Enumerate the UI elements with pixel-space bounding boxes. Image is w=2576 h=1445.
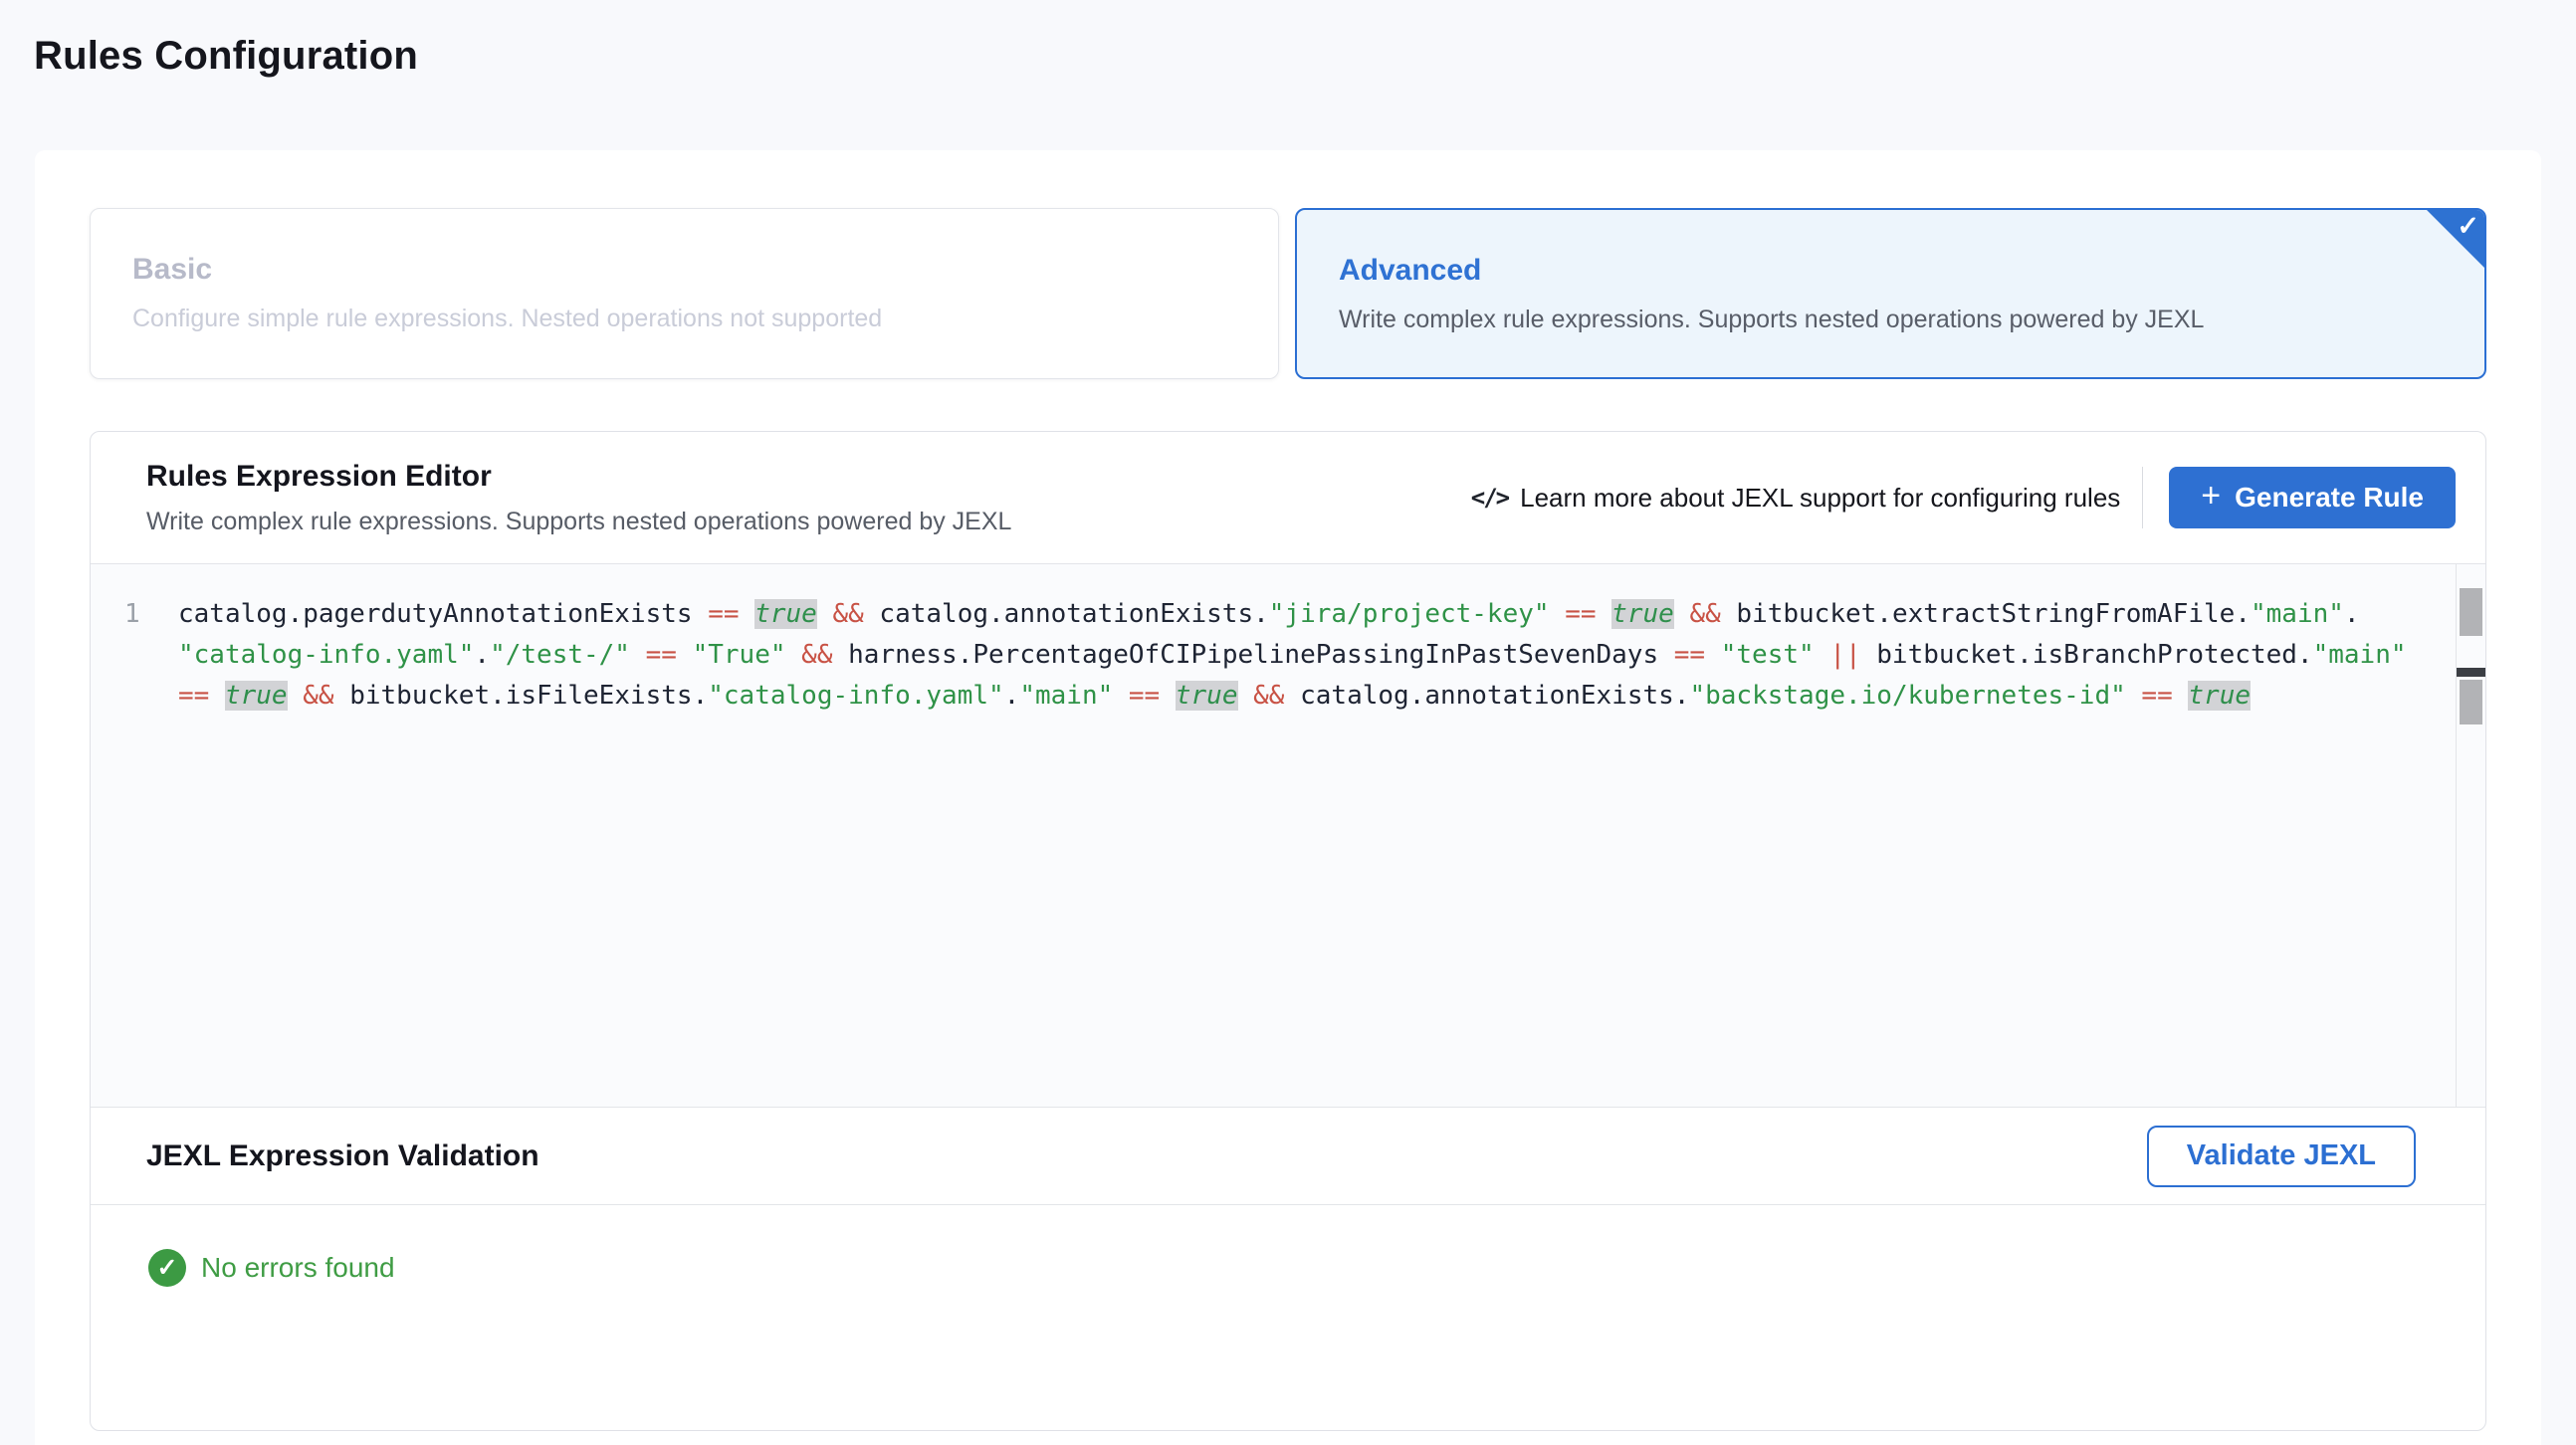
header-divider xyxy=(2142,467,2143,528)
basic-card-title: Basic xyxy=(132,253,1236,287)
editor-scrollbar[interactable] xyxy=(2456,564,2485,1107)
content-panel: Basic Configure simple rule expressions.… xyxy=(35,150,2541,1445)
advanced-card-description: Write complex rule expressions. Supports… xyxy=(1339,306,2443,334)
editor-subtitle: Write complex rule expressions. Supports… xyxy=(146,508,1011,536)
code-content[interactable]: catalog.pagerdutyAnnotationExists == tru… xyxy=(154,564,2456,1107)
editor-header: Rules Expression Editor Write complex ru… xyxy=(91,432,2485,563)
scrollbar-thumb[interactable] xyxy=(2460,680,2482,724)
mode-selector: Basic Configure simple rule expressions.… xyxy=(90,208,2486,379)
code-editor[interactable]: 1 catalog.pagerdutyAnnotationExists == t… xyxy=(91,563,2485,1108)
validation-result-message: No errors found xyxy=(201,1252,395,1284)
scrollbar-thumb[interactable] xyxy=(2460,588,2482,636)
editor-titles: Rules Expression Editor Write complex ru… xyxy=(146,460,1011,536)
rules-expression-editor-card: Rules Expression Editor Write complex ru… xyxy=(90,431,2486,1431)
basic-card-description: Configure simple rule expressions. Neste… xyxy=(132,305,1236,333)
success-check-icon: ✓ xyxy=(148,1249,186,1287)
validation-result-row: ✓ No errors found xyxy=(91,1204,2485,1287)
jexl-docs-link[interactable]: </> Learn more about JEXL support for co… xyxy=(1471,483,2121,514)
advanced-card-title: Advanced xyxy=(1339,254,2443,288)
selected-corner-badge: ✓ xyxy=(2427,210,2484,268)
line-number: 1 xyxy=(91,564,154,1107)
page-title: Rules Configuration xyxy=(34,34,2576,79)
validate-jexl-button[interactable]: Validate JEXL xyxy=(2147,1126,2416,1187)
editor-title: Rules Expression Editor xyxy=(146,460,1011,494)
validation-title: JEXL Expression Validation xyxy=(146,1139,539,1173)
advanced-mode-card[interactable]: ✓ Advanced Write complex rule expression… xyxy=(1295,208,2486,379)
basic-mode-card[interactable]: Basic Configure simple rule expressions.… xyxy=(90,208,1279,379)
scrollbar-marker xyxy=(2457,668,2485,677)
check-icon: ✓ xyxy=(2457,211,2479,242)
generate-rule-button[interactable]: + Generate Rule xyxy=(2169,467,2456,528)
code-brackets-icon: </> xyxy=(1471,484,1508,512)
editor-header-actions: </> Learn more about JEXL support for co… xyxy=(1471,467,2456,528)
jexl-docs-link-label: Learn more about JEXL support for config… xyxy=(1520,483,2120,514)
validation-header-row: JEXL Expression Validation Validate JEXL xyxy=(91,1108,2485,1204)
plus-icon: + xyxy=(2201,477,2221,516)
generate-rule-label: Generate Rule xyxy=(2235,482,2424,514)
